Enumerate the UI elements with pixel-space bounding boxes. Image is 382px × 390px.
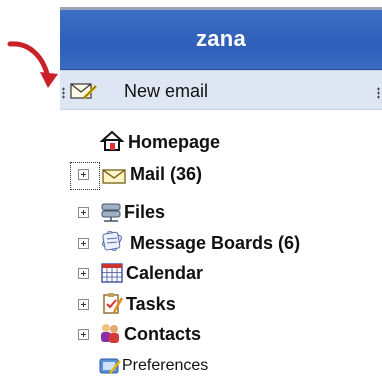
tree-item-contacts[interactable]: Contacts [96,322,296,348]
tree-label-preferences: Preferences [122,357,209,374]
expander-mail[interactable] [78,169,89,180]
tree-item-preferences[interactable]: Preferences [96,354,296,380]
tree-item-homepage[interactable]: Homepage [96,130,296,156]
files-server-icon [101,203,121,222]
tree-label-contacts: Contacts [124,324,202,344]
tasks-clipboard-icon [103,293,124,314]
tree-item-message-boards[interactable]: Message Boards (6) [96,231,382,257]
calendar-icon [101,263,123,283]
new-email-toolbar: New email [60,70,382,110]
username-title: zana [195,26,247,51]
tree-label-calendar: Calendar [126,263,204,283]
user-header: zana [60,10,382,70]
top-strip [60,0,382,10]
preferences-icon [99,358,121,374]
expander-contacts[interactable] [78,329,89,340]
tree-item-calendar[interactable]: Calendar [96,261,296,287]
tree-label-files: Files [124,202,166,222]
expander-files[interactable] [78,207,89,218]
toolbar-grip-right [377,87,380,99]
expander-calendar[interactable] [78,268,89,279]
tree-item-tasks[interactable]: Tasks [96,292,296,318]
tree-item-mail[interactable]: Mail (36) [96,162,316,188]
mail-icon [102,169,126,184]
new-email-button[interactable]: New email [68,75,268,105]
tree-label-homepage: Homepage [128,132,221,152]
expander-tasks[interactable] [78,299,89,310]
message-boards-icon [101,231,122,252]
contacts-people-icon [101,324,119,343]
tree-label-mail: Mail (36) [130,164,203,184]
new-email-label: New email [124,81,209,101]
home-icon [100,130,124,151]
tree-label-tasks: Tasks [126,294,176,314]
tree-item-files[interactable]: Files [96,200,296,226]
red-arrow-pointer [7,41,58,88]
toolbar-grip-left [62,87,65,99]
tree-label-message-boards: Message Boards (6) [130,233,301,253]
expander-message-boards[interactable] [78,238,89,249]
